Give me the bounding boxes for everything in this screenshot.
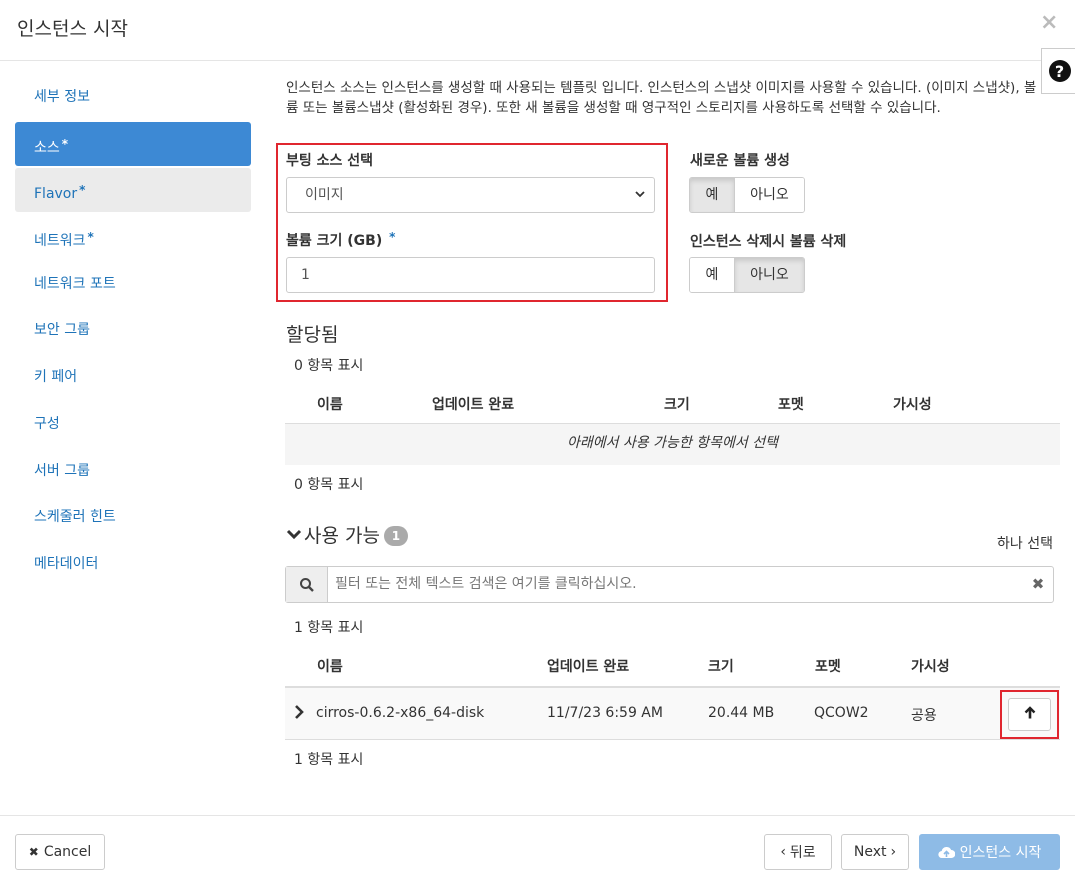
clear-search-icon[interactable]: ✖ [1023,567,1053,602]
chevron-right-icon: › [890,844,897,860]
delete-volume-no-button[interactable]: 아니오 [734,258,804,292]
required-star: * [61,136,69,151]
available-col-format[interactable]: 포멧 [815,656,841,676]
question-icon: ? [1048,60,1071,82]
available-col-updated[interactable]: 업데이트 완료 [547,656,629,676]
available-count-top: 1 항목 표시 [294,620,364,636]
next-label: Next [853,844,887,860]
launch-label: 인스턴스 시작 [959,845,1042,861]
cancel-button[interactable]: ✖ Cancel [15,834,105,870]
required-star: * [389,230,396,244]
expand-row-icon[interactable] [293,704,305,724]
nav-item-scheduler-hints[interactable]: 스케줄러 힌트 [15,495,251,539]
boot-source-select[interactable]: 이미지 [286,177,655,213]
allocated-count-bottom: 0 항목 표시 [294,477,364,493]
available-title[interactable]: 사용 가능 1 [286,521,408,548]
cancel-label: Cancel [43,844,92,860]
volume-size-label: 볼륨 크기 (GB) * [286,230,395,250]
allocated-title: 할당됨 [286,324,339,346]
boot-source-value: 이미지 [305,187,344,203]
allocated-col-updated[interactable]: 업데이트 완료 [432,394,514,414]
close-icon: ✖ [28,845,39,859]
nav-item-flavor[interactable]: Flavor * [15,168,251,213]
volume-size-label-text: 볼륨 크기 (GB) [286,233,383,249]
allocate-button[interactable] [1008,698,1051,731]
allocated-col-name[interactable]: 이름 [317,394,343,414]
cloud-upload-icon [937,846,955,859]
nav-item-networks[interactable]: 네트워크 * [15,215,251,259]
row-name: cirros-0.6.2-x86_64-disk [316,705,485,721]
help-button[interactable]: ? [1041,48,1075,94]
volume-size-input[interactable]: 1 [286,257,655,293]
chevron-down-icon [286,525,304,547]
modal-header: 인스턴스 시작 × [0,0,1075,61]
nav-item-security-groups[interactable]: 보안 그룹 [15,308,251,352]
allocated-empty-row: 아래에서 사용 가능한 항목에서 선택 [285,424,1060,465]
nav-item-server-groups[interactable]: 서버 그룹 [15,449,251,493]
available-col-visibility[interactable]: 가시성 [911,656,950,676]
chevron-left-icon: ‹ [780,844,786,860]
create-volume-no-button[interactable]: 아니오 [734,178,804,212]
nav-item-source[interactable]: 소스 * [15,121,251,166]
search-input[interactable]: 필터 또는 전체 텍스트 검색은 여기를 클릭하십시오. [328,567,1023,602]
create-volume-toggle: 예 아니오 [689,177,805,213]
nav-label: 보안 그룹 [34,322,90,339]
launch-instance-button[interactable]: 인스턴스 시작 [919,834,1060,870]
source-description: 인스턴스 소스는 인스턴스를 생성할 때 사용되는 템플릿 입니다. 인스턴스의… [286,80,1037,116]
chevron-down-icon [634,178,646,225]
row-updated: 11/7/23 6:59 AM [547,705,663,721]
delete-volume-yes-button[interactable]: 예 [690,258,734,292]
create-volume-label: 새로운 볼륨 생성 [690,153,790,169]
available-search-bar[interactable]: 필터 또는 전체 텍스트 검색은 여기를 클릭하십시오. ✖ [285,566,1054,603]
table-row: cirros-0.6.2-x86_64-disk 11/7/23 6:59 AM… [285,688,1060,740]
row-size: 20.44 MB [708,705,775,721]
boot-source-label: 부팅 소스 선택 [286,153,374,169]
nav-item-metadata[interactable]: 메타데이터 [15,542,251,586]
arrow-up-icon [1024,705,1036,724]
available-col-name[interactable]: 이름 [317,656,343,676]
allocated-count-top: 0 항목 표시 [294,358,364,374]
nav-label: 세부 정보 [34,89,90,105]
allocated-col-format[interactable]: 포멧 [778,394,804,414]
nav-label: 소스 [34,139,60,156]
available-count-badge: 1 [383,526,408,546]
required-star: * [87,230,94,245]
nav-item-network-ports[interactable]: 네트워크 포트 [15,262,251,306]
available-title-text: 사용 가능 [304,525,380,547]
nav-label: 네트워크 포트 [34,275,116,292]
next-button[interactable]: Next › [841,834,909,870]
nav-label: 서버 그룹 [34,462,90,479]
row-visibility: 공용 [911,708,937,724]
nav-label: 키 페어 [34,369,78,386]
create-volume-yes-button[interactable]: 예 [690,178,734,212]
search-icon [286,567,328,602]
close-icon[interactable]: × [1040,10,1058,35]
available-count-bottom: 1 항목 표시 [294,752,364,768]
back-button[interactable]: ‹ 뒤로 [764,834,832,870]
available-col-size[interactable]: 크기 [708,656,734,676]
allocated-col-visibility[interactable]: 가시성 [893,394,932,414]
nav-label: 구성 [34,415,60,432]
wizard-nav: 세부 정보 소스 * Flavor * 네트워크 * 네트워크 포트 보안 그룹 키 … [15,75,251,589]
nav-item-configuration[interactable]: 구성 [15,402,251,446]
modal-title: 인스턴스 시작 [17,18,128,40]
back-label: 뒤로 [789,845,816,861]
delete-volume-toggle: 예 아니오 [689,257,805,293]
row-format: QCOW2 [814,705,869,721]
delete-volume-label: 인스턴스 삭제시 볼륨 삭제 [690,234,847,250]
nav-label: Flavor [34,186,78,203]
nav-label: 네트워크 [34,233,86,250]
nav-item-key-pair[interactable]: 키 페어 [15,355,251,399]
allocated-col-size[interactable]: 크기 [664,394,690,414]
select-one-hint: 하나 선택 [997,536,1053,552]
nav-item-details[interactable]: 세부 정보 [15,75,251,119]
nav-label: 스케줄러 힌트 [34,509,116,526]
nav-label: 메타데이터 [34,555,99,572]
required-star: * [79,183,86,198]
footer-divider [0,815,1075,816]
